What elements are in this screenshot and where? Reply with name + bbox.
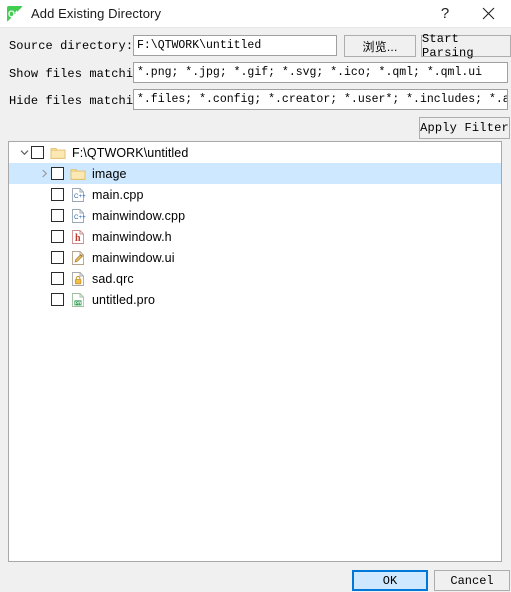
- tree-row[interactable]: mainwindow.ui: [9, 247, 501, 268]
- row-checkbox[interactable]: [51, 251, 64, 264]
- tree-row-label: mainwindow.h: [92, 229, 172, 244]
- folder-icon: [50, 145, 66, 161]
- tree-row-label: image: [92, 166, 127, 181]
- cpp-file-icon: C++: [70, 187, 86, 203]
- tree-row[interactable]: F:\QTWORK\untitled: [9, 142, 501, 163]
- tree-row-label: mainwindow.ui: [92, 250, 175, 265]
- header-file-icon: h: [70, 229, 86, 245]
- hide-files-matching-input[interactable]: *.files; *.config; *.creator; *.user*; *…: [133, 89, 508, 110]
- apply-filter-button[interactable]: Apply Filter: [419, 117, 510, 139]
- source-directory-label: Source directory:: [9, 39, 134, 53]
- row-checkbox[interactable]: [51, 230, 64, 243]
- folder-icon: [70, 166, 86, 182]
- cancel-button[interactable]: Cancel: [434, 570, 510, 591]
- qt-creator-icon: Qt: [7, 5, 23, 22]
- row-checkbox[interactable]: [51, 188, 64, 201]
- svg-text:PRO: PRO: [75, 300, 85, 305]
- tree-row[interactable]: PRO untitled.pro: [9, 289, 501, 310]
- tree-row-label: F:\QTWORK\untitled: [72, 145, 189, 160]
- resource-file-icon: [70, 271, 86, 287]
- tree-row-label: main.cpp: [92, 187, 144, 202]
- row-checkbox[interactable]: [51, 272, 64, 285]
- row-checkbox[interactable]: [31, 146, 44, 159]
- close-icon: [482, 7, 494, 20]
- tree-row[interactable]: C++ mainwindow.cpp: [9, 205, 501, 226]
- window-title: Add Existing Directory: [31, 6, 162, 21]
- tree-row[interactable]: sad.qrc: [9, 268, 501, 289]
- tree-row[interactable]: h mainwindow.h: [9, 226, 501, 247]
- row-checkbox[interactable]: [51, 293, 64, 306]
- ui-designer-file-icon: [70, 250, 86, 266]
- svg-text:C++: C++: [74, 193, 86, 200]
- chevron-down-icon[interactable]: [17, 142, 31, 163]
- question-mark-icon: ?: [440, 5, 450, 22]
- title-bar: Qt Add Existing Directory ?: [0, 0, 511, 28]
- source-directory-input[interactable]: F:\QTWORK\untitled: [133, 35, 337, 56]
- tree-row[interactable]: image: [9, 163, 501, 184]
- file-tree-list: F:\QTWORK\untitled image C++ main.cpp C++ mai…: [9, 142, 501, 310]
- show-files-matching-input[interactable]: *.png; *.jpg; *.gif; *.svg; *.ico; *.qml…: [133, 62, 508, 83]
- start-parsing-button[interactable]: Start Parsing: [421, 32, 511, 60]
- project-file-icon: PRO: [70, 292, 86, 308]
- svg-text:C++: C++: [74, 214, 86, 221]
- row-checkbox[interactable]: [51, 167, 64, 180]
- row-checkbox[interactable]: [51, 209, 64, 222]
- tree-row[interactable]: C++ main.cpp: [9, 184, 501, 205]
- file-tree-panel[interactable]: F:\QTWORK\untitled image C++ main.cpp C++ mai…: [8, 141, 502, 562]
- chevron-right-icon[interactable]: [37, 163, 51, 184]
- help-button[interactable]: ?: [425, 1, 465, 27]
- close-button[interactable]: [465, 1, 511, 27]
- tree-row-label: untitled.pro: [92, 292, 156, 307]
- svg-text:h: h: [75, 233, 81, 244]
- browse-button[interactable]: 浏览...: [344, 35, 416, 57]
- tree-row-label: mainwindow.cpp: [92, 208, 186, 223]
- ok-button[interactable]: OK: [352, 570, 428, 591]
- tree-row-label: sad.qrc: [92, 271, 134, 286]
- cpp-file-icon: C++: [70, 208, 86, 224]
